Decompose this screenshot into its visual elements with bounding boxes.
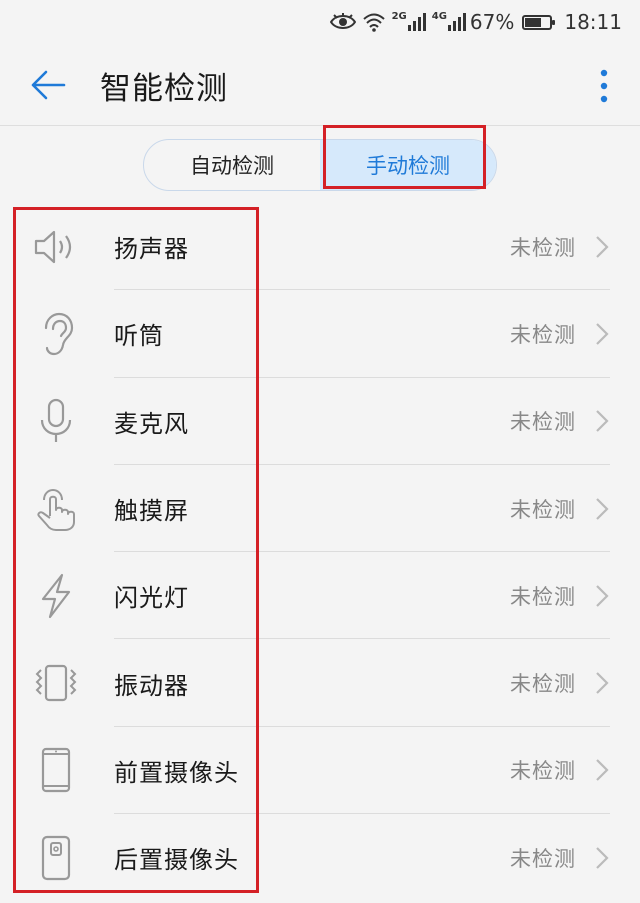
status-bar: 2G 4G 67% 18:11 xyxy=(0,0,640,44)
app-header: 智能检测 xyxy=(0,44,640,126)
list-item-status: 未检测 xyxy=(510,410,576,435)
list-item-status: 未检测 xyxy=(510,584,576,609)
battery-icon xyxy=(522,14,556,30)
chevron-right-icon xyxy=(596,672,609,694)
more-options-button[interactable] xyxy=(582,64,626,108)
chevron-right-icon xyxy=(596,585,609,607)
back-button[interactable] xyxy=(18,55,78,115)
list-item-status: 未检测 xyxy=(510,672,576,697)
chevron-right-icon xyxy=(596,235,609,258)
list-item-status: 未检测 xyxy=(510,759,576,784)
list-item-status: 未检测 xyxy=(510,235,576,260)
clock: 18:11 xyxy=(564,10,622,34)
back-arrow-icon xyxy=(31,70,66,100)
chevron-right-icon xyxy=(596,410,609,433)
chevron-right-icon xyxy=(596,759,609,782)
header-divider xyxy=(0,125,640,126)
highlight-box-manual-tab xyxy=(323,125,486,189)
chevron-right-icon xyxy=(596,323,609,345)
chevron-right-icon xyxy=(596,497,609,520)
highlight-box-item-list xyxy=(13,207,259,893)
list-item-status: 未检测 xyxy=(510,497,576,522)
wifi-icon xyxy=(362,12,386,32)
network-label-2g: 2G xyxy=(391,10,407,22)
page-title: 智能检测 xyxy=(100,70,228,107)
tab-auto-detect[interactable]: 自动检测 xyxy=(144,140,320,190)
list-item-status: 未检测 xyxy=(510,846,576,871)
signal-4g-icon: 4G xyxy=(431,10,466,31)
eye-icon xyxy=(329,13,356,31)
chevron-right-icon xyxy=(596,846,609,869)
signal-2g-icon: 2G xyxy=(391,10,426,31)
battery-percent: 67% xyxy=(469,10,515,34)
list-item-status: 未检测 xyxy=(510,322,576,347)
more-vertical-icon xyxy=(600,69,608,103)
network-label-4g: 4G xyxy=(431,10,447,22)
